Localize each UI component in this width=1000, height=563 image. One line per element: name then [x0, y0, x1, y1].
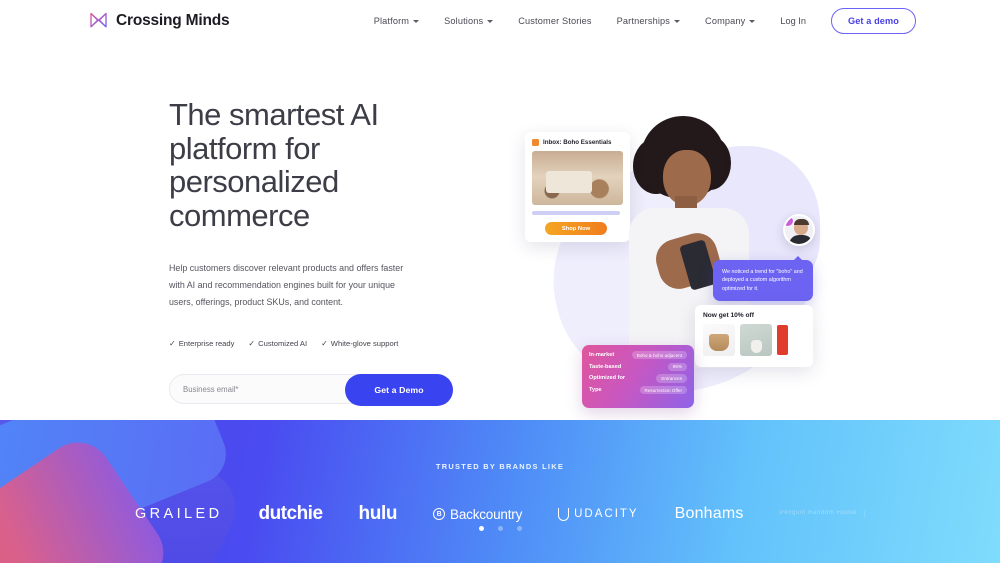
check-icon: ✓: [169, 339, 176, 348]
nav-item-partnerships[interactable]: Partnerships: [616, 16, 681, 26]
brand-logo-grailed: GRAILED: [135, 506, 223, 522]
product-vase-image: [740, 324, 772, 356]
brand-logo-backcountry-label: Backcountry: [450, 506, 523, 522]
band-content: TRUSTED BY BRANDS LIKE GRAILED dutchie h…: [0, 420, 1000, 563]
product-basket-image: [703, 324, 735, 356]
carousel-dot-3[interactable]: [516, 526, 522, 531]
trusted-brands-band: TRUSTED BY BRANDS LIKE GRAILED dutchie h…: [0, 420, 1000, 563]
nav-item-company[interactable]: Company: [705, 16, 756, 26]
offer-card: Now get 10% off: [695, 305, 813, 367]
inbox-card-image: [532, 151, 623, 205]
brand-logo-bonhams: Bonhams: [674, 505, 744, 522]
avatar: [783, 214, 815, 246]
login-link[interactable]: Log In: [780, 16, 806, 26]
inbox-card-header: Inbox: Boho Essentials: [532, 139, 623, 146]
brand-logo-hulu: hulu: [358, 503, 398, 524]
attribute-key: Taste-based: [589, 363, 622, 370]
nav-item-solutions-label: Solutions: [444, 16, 484, 26]
udacity-mark-icon: [558, 507, 570, 521]
attribute-key: Type: [589, 387, 602, 394]
hero-subtitle: Help customers discover relevant product…: [169, 263, 404, 307]
feature-enterprise-ready: ✓ Enterprise ready: [169, 339, 234, 348]
feature-white-glove-support: ✓ White-glove support: [321, 339, 398, 348]
carousel-dot-2[interactable]: [497, 526, 503, 531]
chevron-down-icon: [749, 20, 756, 23]
crossing-minds-butterfly-icon: [90, 12, 107, 28]
mail-square-icon: [532, 139, 539, 146]
offer-card-products: [703, 324, 805, 356]
attribute-key: Optimized for: [589, 375, 626, 382]
attribute-value: 95%: [667, 362, 687, 371]
page-title: The smartest AI platform for personalize…: [169, 97, 379, 233]
inbox-card-title: Inbox: Boho Essentials: [543, 139, 612, 146]
chevron-down-icon: [674, 20, 681, 23]
nav-item-platform[interactable]: Platform: [373, 16, 420, 26]
feature-list: ✓ Enterprise ready ✓ Customized AI ✓ Whi…: [169, 339, 419, 348]
nav-item-solutions[interactable]: Solutions: [444, 16, 494, 26]
audience-attributes-card: In-market Boho & boho adjacent Taste-bas…: [582, 345, 694, 408]
attribute-value: Boho & boho adjacent: [631, 351, 687, 360]
brand-logo-udacity-label: UDACITY: [574, 508, 639, 520]
top-navbar: Crossing Minds Platform Solutions Custom…: [0, 0, 1000, 42]
ai-insight-bubble: We noticed a trend for "boho" and deploy…: [713, 255, 813, 302]
offer-card-title: Now get 10% off: [703, 312, 754, 319]
attribute-value: Entrances: [656, 374, 687, 383]
attribute-key: In-market: [589, 352, 615, 359]
get-a-demo-submit-button[interactable]: Get a Demo: [345, 374, 453, 406]
feature-label: Customized AI: [258, 339, 308, 348]
attribute-row: Taste-based 95%: [589, 362, 687, 371]
shop-now-button[interactable]: Shop Now: [545, 222, 607, 235]
hero-section: The smartest AI platform for personalize…: [0, 42, 1000, 420]
chevron-down-icon: [487, 20, 494, 23]
brand-logo-udacity: UDACITY: [558, 507, 639, 521]
get-a-demo-nav-button[interactable]: Get a demo: [830, 8, 916, 34]
backcountry-mark-icon: B: [433, 508, 446, 520]
brand-logo-backcountry: B Backcountry: [433, 507, 522, 522]
feature-label: Enterprise ready: [178, 339, 235, 348]
attribute-row: Optimized for Entrances: [589, 374, 687, 383]
hero-illustration: Inbox: Boho Essentials Shop Now We notic…: [505, 102, 855, 415]
nav-item-platform-label: Platform: [373, 16, 410, 26]
avatar-hair: [793, 219, 809, 225]
attribute-row: Type Resurrection Offer: [589, 386, 687, 395]
carousel-dot-1[interactable]: [478, 526, 484, 531]
feature-label: White-glove support: [330, 339, 399, 348]
nav-item-customer-stories-label: Customer Stories: [518, 16, 592, 26]
hero-copy: The smartest AI platform for personalize…: [169, 97, 453, 406]
carousel-dots: [0, 526, 1000, 531]
check-icon: ✓: [248, 339, 256, 348]
landing-page: Crossing Minds Platform Solutions Custom…: [0, 0, 1000, 563]
brand-logo-dutchie: dutchie: [258, 503, 323, 524]
demo-request-form: Get a Demo: [169, 374, 453, 406]
avatar-badge-icon: [785, 216, 794, 227]
nav-item-partnerships-label: Partnerships: [616, 16, 671, 26]
check-icon: ✓: [321, 339, 328, 348]
nav-item-customer-stories[interactable]: Customer Stories: [518, 16, 591, 26]
attribute-value: Resurrection Offer: [639, 386, 687, 395]
trusted-brands-label: TRUSTED BY BRANDS LIKE: [435, 462, 565, 471]
brand-logo-penguin-random-house: Penguin Random House: [780, 510, 865, 518]
brand-logo[interactable]: Crossing Minds: [88, 11, 230, 31]
inbox-card-placeholder-bar: [532, 211, 620, 215]
nav-links: Platform Solutions Customer Stories Part…: [374, 8, 916, 34]
brand-name: Crossing Minds: [116, 12, 230, 29]
nav-item-company-label: Company: [705, 16, 746, 26]
business-email-input[interactable]: [170, 384, 300, 394]
chevron-down-icon: [413, 20, 420, 23]
feature-customized-ai: ✓ Customized AI: [248, 339, 307, 348]
attribute-row: In-market Boho & boho adjacent: [589, 351, 687, 360]
product-partial-image: [777, 325, 788, 355]
